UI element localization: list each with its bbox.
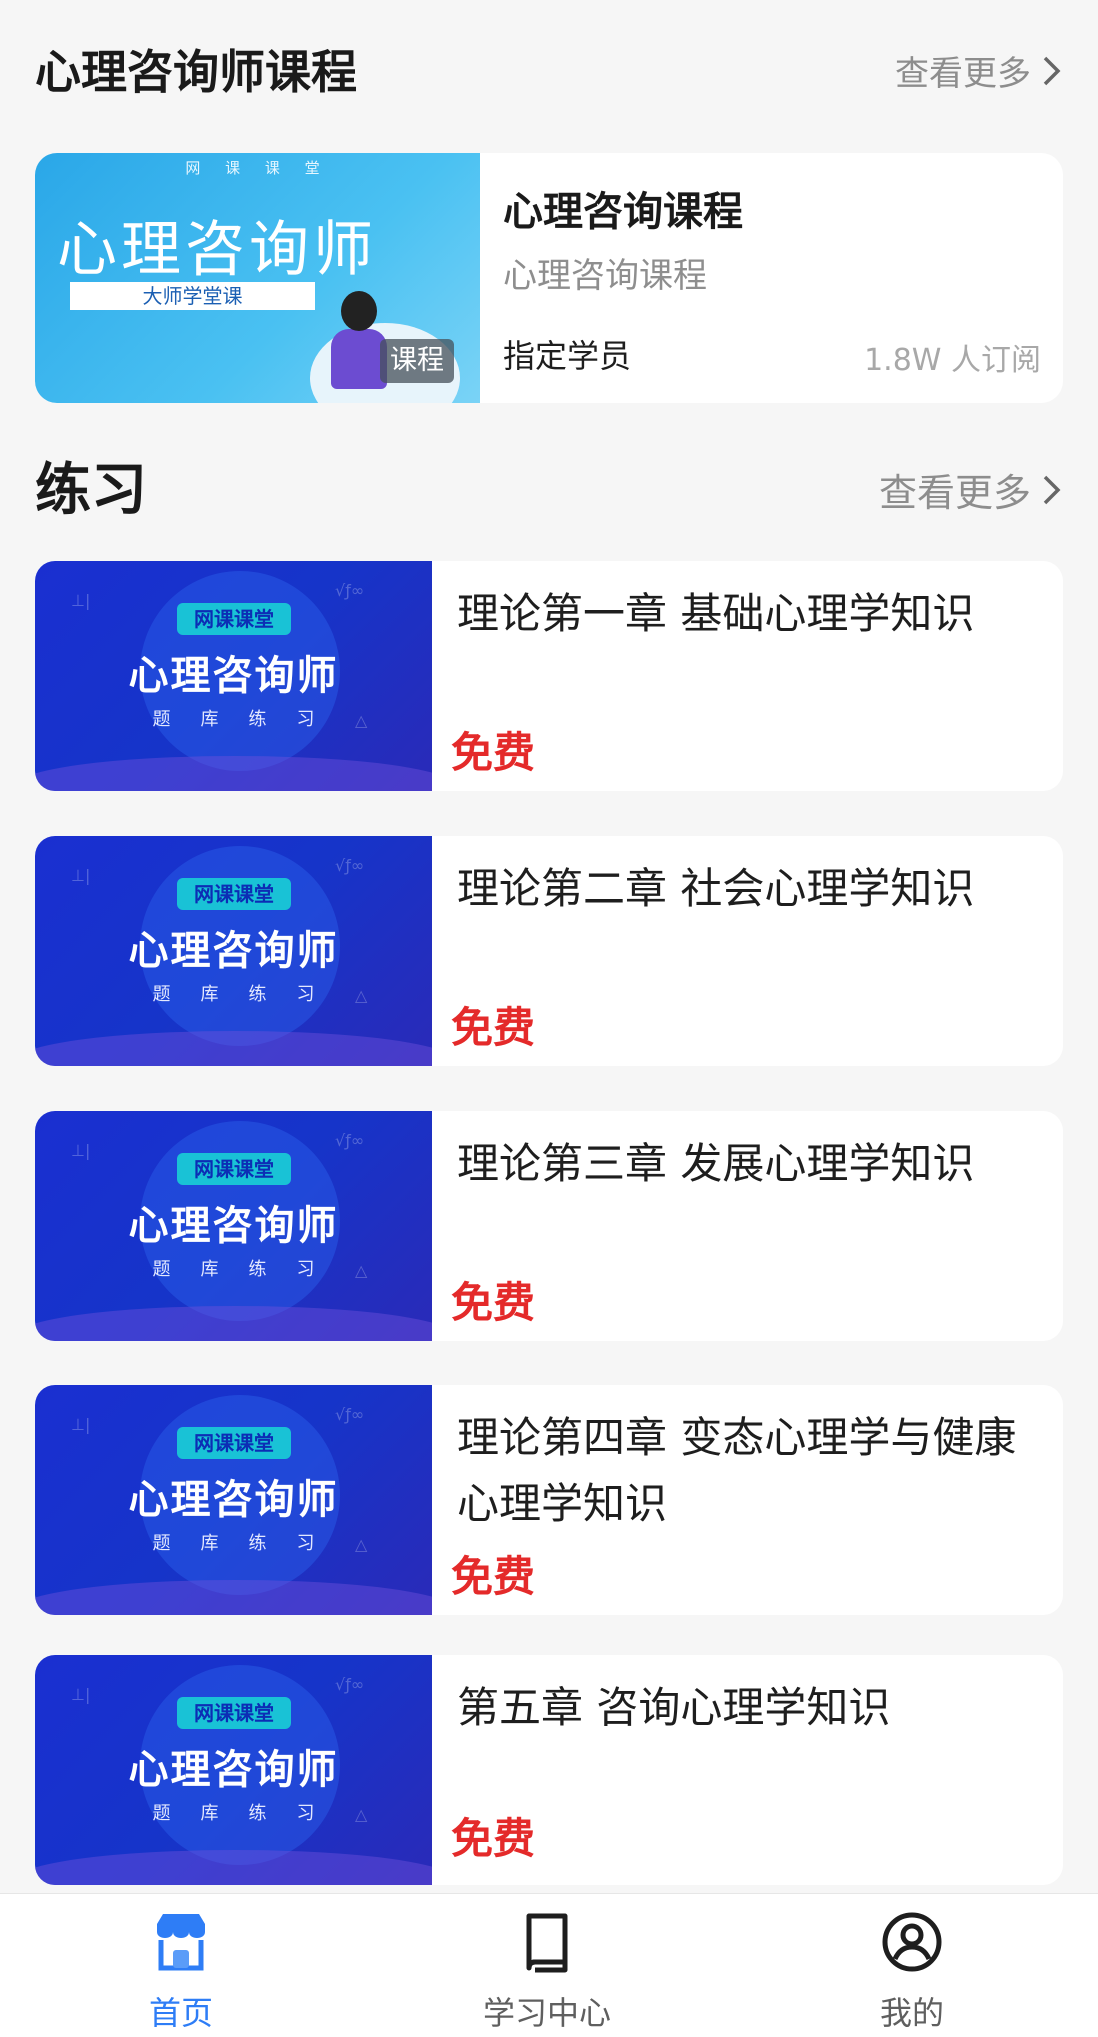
thumbnail-title: 心理咨询师: [128, 928, 339, 974]
thumbnail-tag-text: 网 课 课 堂: [185, 159, 330, 177]
thumbnail-title: 心理咨询师: [128, 1747, 339, 1793]
practice-title: 理论第二章 社会心理学知识: [457, 864, 975, 913]
thumbnail-ribbon: 大师学堂课: [70, 282, 315, 310]
practice-section-title: 练习: [35, 458, 147, 523]
practice-price: 免费: [451, 1552, 536, 1601]
thumbnail-pill: 网课课堂: [177, 1153, 291, 1185]
practice-card[interactable]: ⊥| √ƒ∞ △ 网课课堂 心理咨询师 题库练习 理论第四章 变态心理学与健康心…: [35, 1385, 1063, 1615]
practice-thumbnail: ⊥| √ƒ∞ △ 网课课堂 心理咨询师 题库练习: [35, 1385, 432, 1615]
practice-thumbnail: ⊥| √ƒ∞ △ 网课课堂 心理咨询师 题库练习: [35, 1655, 432, 1885]
book-icon: [526, 1913, 568, 1973]
thumbnail-title: 心理咨询师: [57, 215, 377, 285]
course-section-title: 心理咨询师课程: [35, 45, 357, 99]
tab-home[interactable]: 首页: [81, 1910, 281, 2034]
course-subscriber-count: 1.8W 人订阅: [864, 343, 1041, 378]
tab-label: 我的: [879, 1994, 944, 2032]
practice-title: 第五章 咨询心理学知识: [457, 1683, 891, 1732]
practice-price: 免费: [451, 1814, 536, 1863]
practice-price: 免费: [451, 1278, 536, 1327]
practice-thumbnail: ⊥| √ƒ∞ △ 网课课堂 心理咨询师 题库练习: [35, 836, 432, 1066]
course-see-more-link[interactable]: 查看更多: [895, 46, 1063, 95]
user-icon: [882, 1912, 942, 1972]
thumbnail-caption: 题库练习: [152, 1803, 345, 1824]
thumbnail-title: 心理咨询师: [128, 653, 339, 699]
practice-title: 理论第一章 基础心理学知识: [457, 589, 975, 638]
thumbnail-title: 心理咨询师: [128, 1203, 339, 1249]
thumbnail-caption: 题库练习: [152, 709, 345, 730]
illustration-person-body: [331, 329, 387, 389]
practice-thumbnail: ⊥| √ƒ∞ △ 网课课堂 心理咨询师 题库练习: [35, 1111, 432, 1341]
course-thumbnail: 网 课 课 堂 心理咨询师 大师学堂课 课程: [35, 153, 480, 403]
practice-card[interactable]: ⊥| √ƒ∞ △ 网课课堂 心理咨询师 题库练习 理论第三章 发展心理学知识 免…: [35, 1111, 1063, 1341]
bottom-tab-bar: 首页 学习中心 我的: [0, 1893, 1098, 2037]
practice-price: 免费: [451, 728, 536, 777]
chevron-right-icon: [1043, 56, 1061, 85]
thumbnail-caption: 题库练习: [152, 984, 345, 1005]
practice-title: 理论第四章 变态心理学与健康心理学知识: [457, 1413, 1017, 1528]
practice-price: 免费: [451, 1003, 536, 1052]
thumbnail-pill: 网课课堂: [177, 878, 291, 910]
see-more-label: 查看更多: [895, 54, 1031, 94]
thumbnail-pill: 网课课堂: [177, 603, 291, 635]
store-icon: [157, 1914, 205, 1971]
thumbnail-title: 心理咨询师: [128, 1477, 339, 1523]
course-audience: 指定学员: [503, 337, 632, 375]
thumbnail-pill: 网课课堂: [177, 1427, 291, 1459]
thumbnail-pill: 网课课堂: [177, 1697, 291, 1729]
illustration-person-head: [341, 291, 377, 331]
thumbnail-caption: 题库练习: [152, 1259, 345, 1280]
tab-label: 学习中心: [482, 1994, 611, 2032]
practice-card[interactable]: ⊥| √ƒ∞ △ 网课课堂 心理咨询师 题库练习 理论第一章 基础心理学知识 免…: [35, 561, 1063, 791]
practice-see-more-link[interactable]: 查看更多: [879, 462, 1063, 517]
tab-label: 首页: [148, 1994, 213, 2032]
course-card[interactable]: 网 课 课 堂 心理咨询师 大师学堂课 课程 心理咨询课程 心理咨询课程 指定学…: [35, 153, 1063, 403]
practice-card[interactable]: ⊥| √ƒ∞ △ 网课课堂 心理咨询师 题库练习 理论第二章 社会心理学知识 免…: [35, 836, 1063, 1066]
tab-study-center[interactable]: 学习中心: [447, 1910, 647, 2034]
course-type-badge: 课程: [380, 339, 454, 383]
course-title: 心理咨询课程: [503, 189, 743, 235]
thumbnail-caption: 题库练习: [152, 1533, 345, 1554]
practice-card[interactable]: ⊥| √ƒ∞ △ 网课课堂 心理咨询师 题库练习 第五章 咨询心理学知识 免费: [35, 1655, 1063, 1885]
practice-title: 理论第三章 发展心理学知识: [457, 1139, 975, 1188]
see-more-label: 查看更多: [878, 471, 1031, 515]
practice-thumbnail: ⊥| √ƒ∞ △ 网课课堂 心理咨询师 题库练习: [35, 561, 432, 791]
tab-mine[interactable]: 我的: [812, 1910, 1012, 2034]
chevron-right-icon: [1043, 475, 1061, 504]
course-subtitle: 心理咨询课程: [503, 256, 707, 296]
